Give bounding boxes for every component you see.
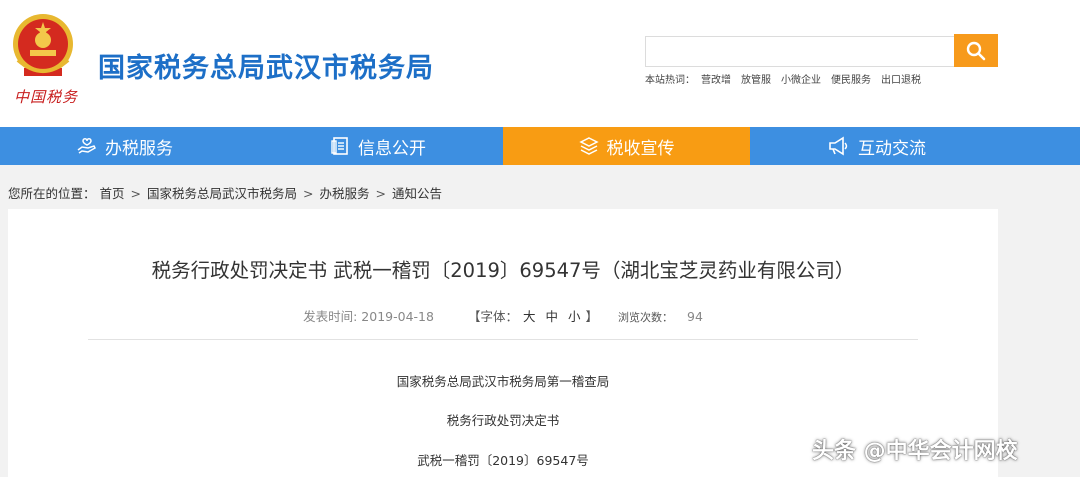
nav-item-tax-publicity[interactable]: 税收宣传 [503,127,750,165]
hand-heart-icon [77,138,96,154]
font-size-small[interactable]: 小 [568,309,581,324]
hot-word[interactable]: 便民服务 [831,75,871,86]
emblem-script-text: 中国税务 [14,88,79,106]
hot-words-label: 本站热词： [645,75,695,86]
breadcrumb-separator: > [375,186,386,201]
search-input[interactable] [645,36,955,67]
nav-item-tax-service[interactable]: 办税服务 [0,127,250,165]
search-button[interactable] [954,34,998,67]
hot-word[interactable]: 出口退税 [881,75,921,86]
hot-words: 本站热词： 营改增 放管服 小微企业 便民服务 出口退税 [645,71,931,86]
nav-label: 办税服务 [105,138,173,159]
nav-label: 信息公开 [358,138,426,159]
hot-word[interactable]: 小微企业 [781,75,821,86]
nav-item-interaction[interactable]: 互动交流 [752,127,1002,165]
article-paragraph: 国家税务总局武汉市税务局第一稽查局 [396,374,610,389]
watermark: 头条 @中华会计网校 [812,439,1018,464]
font-size-medium[interactable]: 中 [545,309,558,324]
article-title: 税务行政处罚决定书 武税一稽罚〔2019〕69547号（湖北宝芝灵药业有限公司） [151,259,855,282]
breadcrumb-tax-service[interactable]: 办税服务 [320,186,370,201]
site-header: 中国税务 国家税务总局武汉市税务局 本站热词： 营改增 放管服 小微企业 便民服务 出口退… [0,0,1080,127]
divider [88,339,918,340]
font-size-large[interactable]: 大 [523,309,536,324]
breadcrumb: 您所在的位置： 首页 > 国家税务总局武汉市税务局 > 办税服务 > 通知公告 [8,183,442,202]
breadcrumb-prefix: 您所在的位置： [8,186,96,201]
font-size-control: 【字体： 大中小】 [468,309,598,324]
site-title: 国家税务总局武汉市税务局 [98,53,434,84]
breadcrumb-bureau[interactable]: 国家税务总局武汉市税务局 [147,186,297,201]
breadcrumb-separator: > [303,186,314,201]
nav-label: 税收宣传 [606,138,675,159]
search-icon [966,41,986,60]
nav-item-info-disclosure[interactable]: 信息公开 [253,127,503,165]
font-label: 【字体： [467,309,518,324]
megaphone-icon [829,136,848,156]
font-close: 】 [585,309,599,324]
hot-word[interactable]: 营改增 [701,75,731,86]
breadcrumb-separator: > [130,186,141,201]
breadcrumb-notices[interactable]: 通知公告 [392,186,442,201]
national-emblem-logo [10,10,76,88]
main-nav: 办税服务 信息公开 税收宣传 互动交流 [0,127,1080,165]
hot-word[interactable]: 放管服 [741,75,771,86]
article-paragraph: 税务行政处罚决定书 [446,413,560,428]
document-icon [331,137,348,155]
article-meta: 发表时间: 2019-04-18 【字体： 大中小】 浏览次数： 94 [8,306,998,325]
views-label: 浏览次数： [618,311,673,324]
breadcrumb-home[interactable]: 首页 [100,186,125,201]
nav-label: 互动交流 [858,138,926,159]
views-count: 94 [687,309,703,324]
publish-date: 2019-04-18 [361,309,434,324]
publish-label: 发表时间: [303,309,358,324]
layers-icon [578,137,599,155]
